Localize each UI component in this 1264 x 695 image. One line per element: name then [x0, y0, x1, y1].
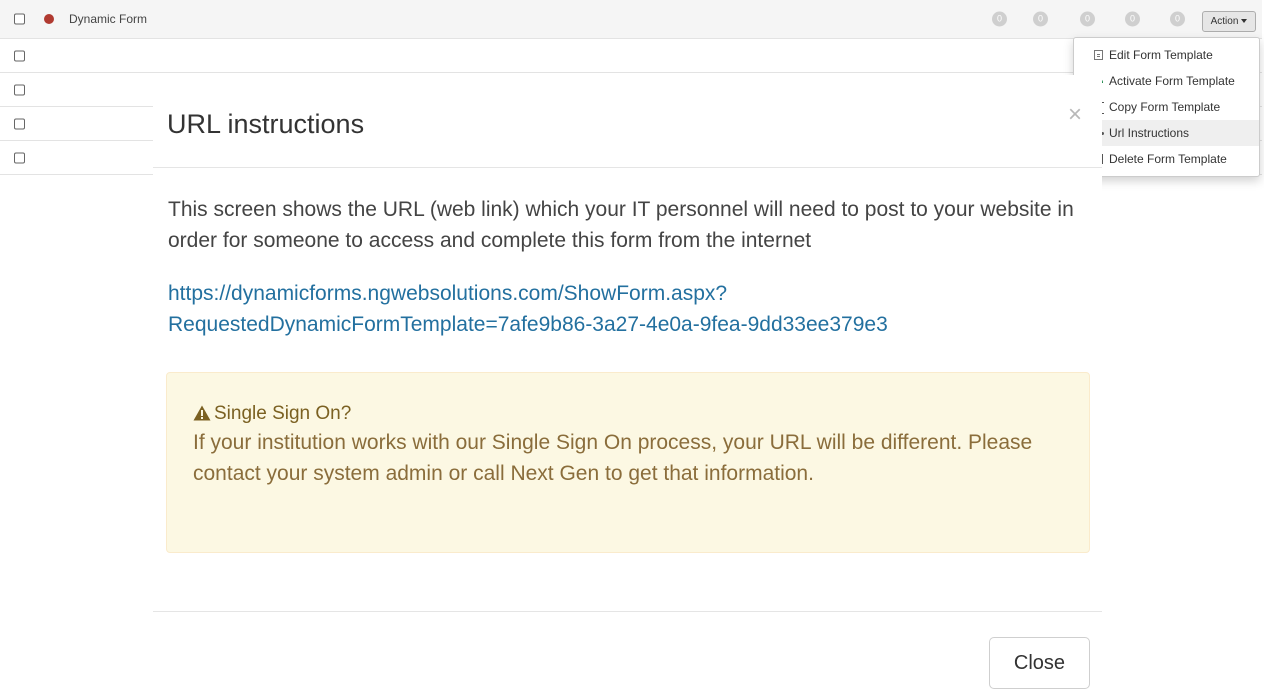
alert-heading: Single Sign On? [193, 401, 1063, 427]
alert-heading-text: Single Sign On? [214, 403, 352, 424]
form-url-link[interactable]: https://dynamicforms.ngwebsolutions.com/… [168, 278, 1088, 340]
modal-title: URL instructions [167, 109, 365, 139]
count-badge: 0 [1125, 11, 1140, 27]
modal-footer-divider [153, 611, 1102, 612]
menu-item-label: Url Instructions [1109, 126, 1190, 140]
row-checkbox[interactable] [14, 152, 25, 163]
count-badge: 0 [992, 11, 1007, 27]
menu-item-label: Delete Form Template [1109, 152, 1227, 166]
form-name[interactable]: Dynamic Form [69, 12, 147, 26]
url-instructions-modal: URL instructions × This screen shows the… [153, 75, 1102, 695]
close-icon[interactable]: × [1068, 101, 1082, 129]
row-checkbox[interactable] [14, 118, 25, 129]
row-checkbox[interactable] [14, 84, 25, 95]
action-button[interactable]: Action [1202, 11, 1256, 32]
caret-down-icon [1241, 19, 1248, 24]
modal-header-divider [153, 167, 1102, 168]
menu-item-edit-form-template[interactable]: Edit Form Template [1074, 42, 1259, 68]
close-button[interactable]: Close [989, 637, 1090, 689]
count-badge: 0 [1080, 11, 1095, 27]
count-badge: 0 [1170, 11, 1185, 27]
form-url-line-2: RequestedDynamicFormTemplate=7afe9b86-3a… [168, 313, 888, 336]
modal-description: This screen shows the URL (web link) whi… [168, 198, 1074, 252]
document-icon [1094, 50, 1103, 60]
action-button-label: Action [1210, 16, 1239, 27]
menu-item-label: Copy Form Template [1109, 100, 1221, 114]
table-row: Dynamic Form 0 0 0 0 0 Action [0, 0, 1262, 39]
count-badge: 0 [1033, 11, 1048, 27]
alert-text: If your institution works with our Singl… [193, 431, 1033, 485]
menu-item-label: Edit Form Template [1109, 48, 1213, 62]
menu-item-label: Activate Form Template [1109, 74, 1235, 88]
warning-icon [193, 405, 211, 421]
row-checkbox[interactable] [14, 13, 25, 25]
form-url-line-1: https://dynamicforms.ngwebsolutions.com/… [168, 282, 728, 305]
status-dot-icon [44, 14, 54, 24]
single-sign-on-alert: Single Sign On? If your institution work… [166, 372, 1090, 553]
row-checkbox[interactable] [14, 50, 25, 61]
